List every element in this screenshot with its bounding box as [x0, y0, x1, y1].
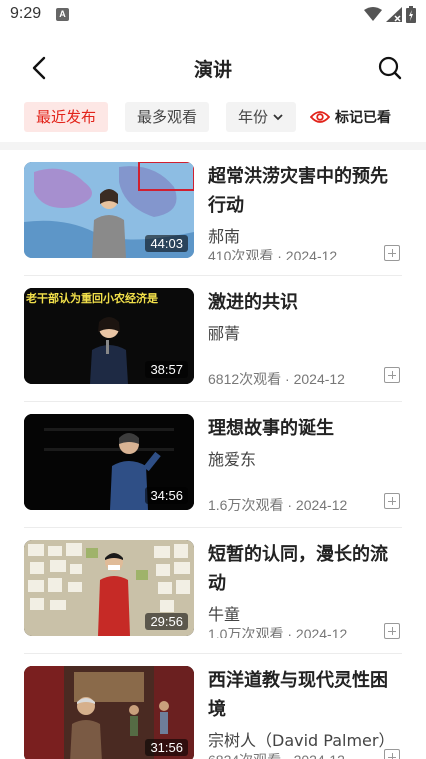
search-button[interactable]: [376, 54, 404, 82]
talk-thumbnail[interactable]: 31:56: [24, 666, 194, 759]
talk-speaker: 郦菁: [208, 324, 241, 343]
talk-item[interactable]: 31:56 西洋道教与现代灵性困境 宗树人（David Palmer） 6824…: [0, 654, 426, 759]
duration-badge: 31:56: [145, 739, 188, 756]
duration-badge: 44:03: [145, 235, 188, 252]
talk-item[interactable]: 34:56 理想故事的诞生 施爱东 1.6万次观看 · 2024-12: [0, 402, 426, 528]
talk-speaker: 施爱东: [208, 450, 257, 469]
talk-item[interactable]: 29:56 短暂的认同，漫长的流动 牛童 1.0万次观看 · 2024-12: [0, 528, 426, 654]
talk-speaker: 郝南: [208, 227, 241, 246]
mark-watched-toggle[interactable]: 标记已看: [310, 102, 391, 132]
talk-meta: 1.0万次观看 · 2024-12: [208, 626, 348, 638]
page-title: 演讲: [193, 59, 232, 81]
talk-thumbnail[interactable]: 34:56: [24, 414, 194, 510]
header: 演讲: [0, 40, 426, 96]
talk-meta: 6824次观看 · 2024-12: [208, 750, 345, 759]
signal-icon: [386, 6, 402, 22]
filter-year-label: 年份: [238, 108, 269, 126]
talk-title[interactable]: 西洋道教与现代灵性困境: [208, 666, 398, 724]
duration-badge: 38:57: [145, 361, 188, 378]
talk-item[interactable]: 44:03 超常洪涝灾害中的预先行动 郝南 410次观看 · 2024-12: [0, 150, 426, 276]
talk-title[interactable]: 理想故事的诞生: [208, 414, 398, 443]
add-icon[interactable]: [384, 367, 400, 383]
filter-recent[interactable]: 最近发布: [24, 102, 109, 132]
talk-speaker: 牛童: [208, 605, 241, 624]
duration-badge: 34:56: [145, 487, 188, 504]
a-icon: A: [56, 8, 69, 21]
talk-thumbnail[interactable]: 29:56: [24, 540, 194, 636]
talk-title[interactable]: 短暂的认同，漫长的流动: [208, 540, 398, 598]
battery-icon: [406, 5, 416, 23]
talk-meta: 1.6万次观看 · 2024-12: [208, 497, 348, 513]
talk-meta: 6812次观看 · 2024-12: [208, 371, 345, 387]
filter-bar: 最近发布 最多观看 年份 标记已看: [0, 100, 426, 134]
thumbnail-caption: 老干部认为重回小农经济是: [25, 291, 159, 305]
filter-year[interactable]: 年份: [226, 102, 297, 132]
status-icons: [364, 5, 416, 23]
talk-thumbnail[interactable]: 44:03: [24, 162, 194, 258]
chevron-down-icon: [273, 114, 283, 121]
talk-thumbnail[interactable]: 老干部认为重回小农经济是 38:57: [24, 288, 194, 384]
duration-badge: 29:56: [145, 613, 188, 630]
add-icon[interactable]: [384, 749, 400, 759]
wifi-icon: [364, 6, 382, 21]
add-icon[interactable]: [384, 245, 400, 261]
add-icon[interactable]: [384, 493, 400, 509]
status-time: 9:29: [10, 5, 42, 22]
talk-title[interactable]: 激进的共识: [208, 288, 398, 317]
talk-item[interactable]: 老干部认为重回小农经济是 38:57 激进的共识 郦菁 6812次观看 · 20…: [0, 276, 426, 402]
eye-icon: [310, 111, 330, 123]
add-icon[interactable]: [384, 623, 400, 639]
status-bar: 9:29 A: [0, 0, 426, 30]
talk-list[interactable]: 44:03 超常洪涝灾害中的预先行动 郝南 410次观看 · 2024-12 老…: [0, 150, 426, 759]
mark-watched-label: 标记已看: [335, 110, 391, 126]
search-icon: [378, 56, 402, 80]
talk-title[interactable]: 超常洪涝灾害中的预先行动: [208, 162, 398, 220]
filter-popular[interactable]: 最多观看: [125, 102, 210, 132]
section-divider: [0, 142, 426, 150]
talk-speaker: 宗树人（David Palmer）: [208, 731, 395, 750]
talk-meta: 410次观看 · 2024-12: [208, 248, 338, 260]
